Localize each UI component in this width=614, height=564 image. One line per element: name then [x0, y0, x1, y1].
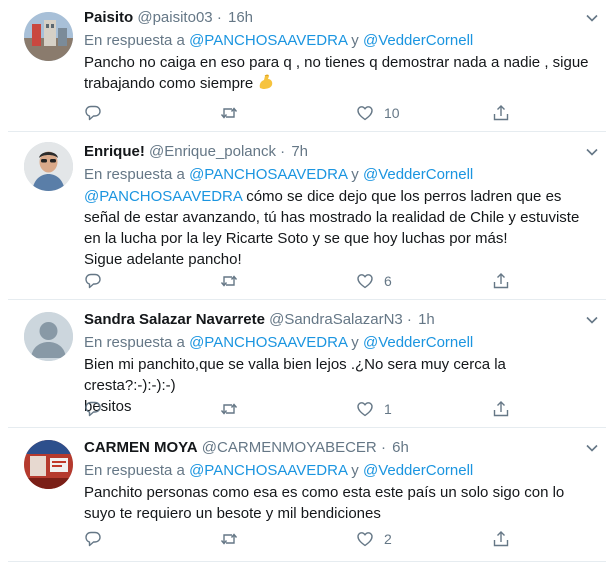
- like-button[interactable]: 2: [356, 528, 392, 550]
- tweet-actions: 2: [84, 528, 524, 550]
- reply-context: En respuesta a @PANCHOSAAVEDRA y @Vedder…: [84, 30, 598, 52]
- reply-button[interactable]: [84, 398, 102, 420]
- reply-prefix: En respuesta a: [84, 166, 185, 183]
- reply-context: En respuesta a @PANCHOSAAVEDRA y @Vedder…: [84, 460, 598, 482]
- reply-button[interactable]: [84, 270, 102, 292]
- display-name[interactable]: Enrique!: [84, 143, 145, 160]
- tweet[interactable]: Paisito @paisito03 · 16h En respuesta a …: [8, 8, 606, 132]
- retweet-icon: [220, 403, 238, 415]
- reply-icon: [85, 401, 101, 417]
- reply-joiner: y: [351, 166, 359, 183]
- share-button[interactable]: [492, 102, 510, 124]
- avatar[interactable]: [24, 312, 73, 361]
- tweet-text: @PANCHOSAAVEDRA cómo se dice dejo que lo…: [84, 186, 598, 270]
- user-handle[interactable]: @SandraSalazarN3: [269, 311, 403, 328]
- mention-link[interactable]: @VedderCornell: [363, 334, 473, 351]
- tweet[interactable]: CARMEN MOYA @CARMENMOYABECER · 6h En res…: [8, 428, 606, 562]
- tweet[interactable]: Sandra Salazar Navarrete @SandraSalazarN…: [8, 300, 606, 428]
- like-button[interactable]: 10: [356, 102, 400, 124]
- mention-link[interactable]: @PANCHOSAAVEDRA: [84, 188, 242, 205]
- chevron-down-icon[interactable]: [584, 144, 600, 160]
- heart-icon: [357, 532, 373, 547]
- timestamp[interactable]: 7h: [291, 143, 308, 160]
- timestamp[interactable]: 6h: [392, 439, 409, 456]
- tweet-text-body: Pancho no caiga en eso para q , no tiene…: [84, 54, 589, 92]
- like-count: 2: [384, 531, 392, 547]
- reply-icon: [85, 105, 101, 121]
- separator-dot: ·: [280, 143, 286, 160]
- mention-link[interactable]: @PANCHOSAAVEDRA: [189, 166, 347, 183]
- mention-link[interactable]: @PANCHOSAAVEDRA: [189, 32, 347, 49]
- share-button[interactable]: [492, 528, 510, 550]
- retweet-icon: [220, 275, 238, 287]
- reply-joiner: y: [351, 462, 359, 479]
- share-icon: [493, 105, 509, 121]
- tweet-actions: 1: [84, 398, 524, 420]
- timestamp[interactable]: 16h: [228, 9, 253, 26]
- like-button[interactable]: 6: [356, 270, 392, 292]
- avatar[interactable]: [24, 142, 73, 191]
- share-icon: [493, 401, 509, 417]
- reply-feed: Paisito @paisito03 · 16h En respuesta a …: [0, 0, 614, 564]
- display-name[interactable]: Paisito: [84, 9, 133, 26]
- reply-icon: [85, 531, 101, 547]
- reply-prefix: En respuesta a: [84, 462, 185, 479]
- retweet-button[interactable]: [220, 102, 238, 124]
- avatar-image: [24, 12, 73, 61]
- reply-button[interactable]: [84, 528, 102, 550]
- avatar[interactable]: [24, 12, 73, 61]
- user-handle[interactable]: @Enrique_polanck: [149, 143, 276, 160]
- like-button[interactable]: 1: [356, 398, 392, 420]
- separator-dot: ·: [380, 439, 386, 456]
- chevron-down-icon[interactable]: [584, 440, 600, 456]
- tweet-text: Pancho no caiga en eso para q , no tiene…: [84, 52, 598, 94]
- share-button[interactable]: [492, 270, 510, 292]
- retweet-icon: [220, 107, 238, 119]
- tweet-actions: 10: [84, 102, 524, 124]
- retweet-icon: [220, 533, 238, 545]
- tweet[interactable]: Enrique! @Enrique_polanck · 7h En respue…: [8, 132, 606, 300]
- reply-button[interactable]: [84, 102, 102, 124]
- share-icon: [493, 531, 509, 547]
- user-handle[interactable]: @CARMENMOYABECER: [202, 439, 377, 456]
- default-avatar-icon: [24, 312, 73, 361]
- retweet-button[interactable]: [220, 528, 238, 550]
- user-handle[interactable]: @paisito03: [137, 9, 212, 26]
- separator-dot: ·: [216, 9, 222, 26]
- avatar[interactable]: [24, 440, 73, 489]
- timestamp[interactable]: 1h: [418, 311, 435, 328]
- chevron-down-icon[interactable]: [584, 10, 600, 26]
- mention-link[interactable]: @PANCHOSAAVEDRA: [189, 334, 347, 351]
- reply-context: En respuesta a @PANCHOSAAVEDRA y @Vedder…: [84, 164, 598, 186]
- avatar-image: [24, 440, 73, 489]
- heart-icon: [357, 402, 373, 417]
- like-count: 6: [384, 273, 392, 289]
- avatar-image: [24, 142, 73, 191]
- flexed-biceps-icon: [257, 73, 275, 91]
- reply-joiner: y: [351, 32, 359, 49]
- heart-icon: [357, 106, 373, 121]
- tweet-text: Panchito personas como esa es como esta …: [84, 484, 565, 522]
- display-name[interactable]: Sandra Salazar Navarrete: [84, 311, 265, 328]
- tweet-actions: 6: [84, 270, 524, 292]
- share-icon: [493, 273, 509, 289]
- reply-prefix: En respuesta a: [84, 32, 185, 49]
- mention-link[interactable]: @VedderCornell: [363, 462, 473, 479]
- like-count: 10: [384, 105, 400, 121]
- retweet-button[interactable]: [220, 270, 238, 292]
- reply-joiner: y: [351, 334, 359, 351]
- reply-icon: [85, 273, 101, 289]
- chevron-down-icon[interactable]: [584, 312, 600, 328]
- mention-link[interactable]: @VedderCornell: [363, 166, 473, 183]
- mention-link[interactable]: @PANCHOSAAVEDRA: [189, 462, 347, 479]
- reply-prefix: En respuesta a: [84, 334, 185, 351]
- share-button[interactable]: [492, 398, 510, 420]
- mention-link[interactable]: @VedderCornell: [363, 32, 473, 49]
- heart-icon: [357, 274, 373, 289]
- like-count: 1: [384, 401, 392, 417]
- retweet-button[interactable]: [220, 398, 238, 420]
- reply-context: En respuesta a @PANCHOSAAVEDRA y @Vedder…: [84, 332, 598, 354]
- separator-dot: ·: [406, 311, 412, 328]
- display-name[interactable]: CARMEN MOYA: [84, 439, 198, 456]
